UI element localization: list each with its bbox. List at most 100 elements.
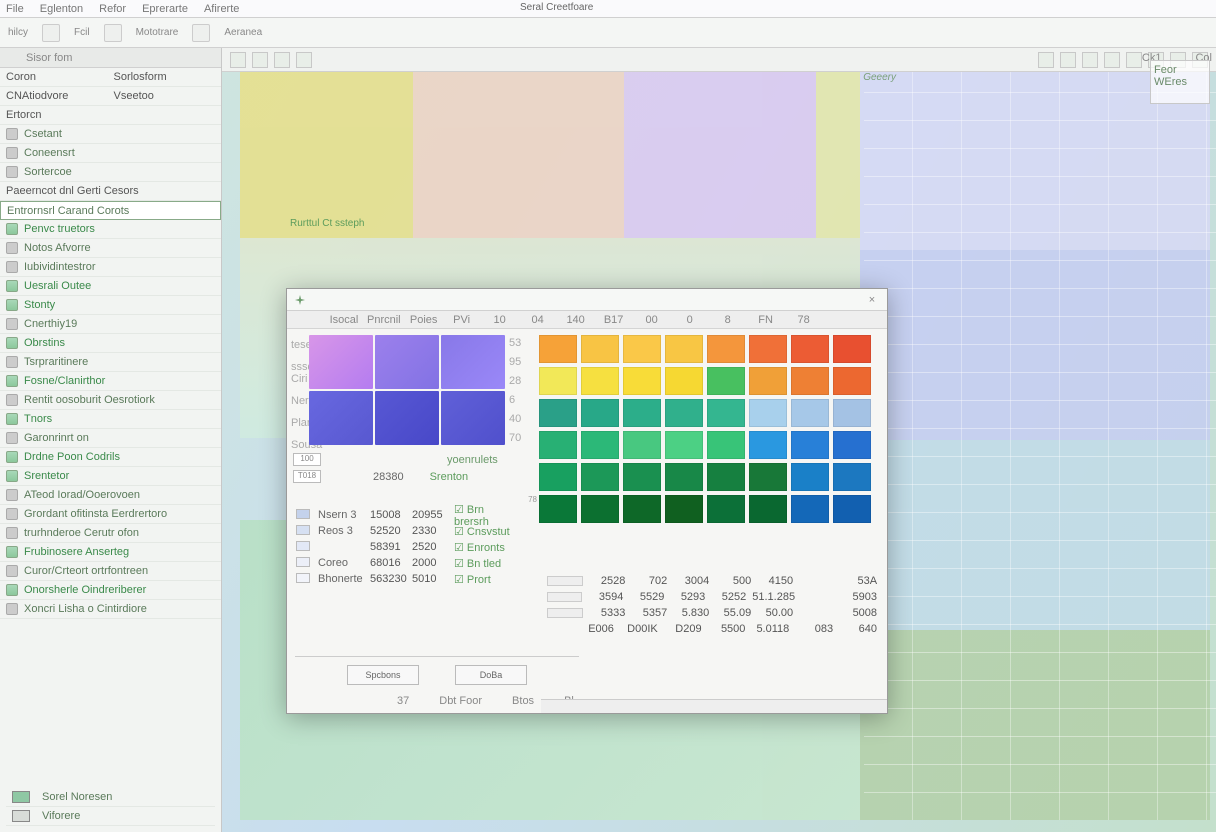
color-swatch[interactable] [623,399,661,427]
color-swatch[interactable] [539,431,577,459]
color-swatch[interactable] [539,463,577,491]
sidebar-item[interactable]: Xoncri Lisha o Cintirdiore [0,600,221,619]
sidebar-item[interactable]: Notos Afvorre [0,239,221,258]
sidebar-item[interactable]: Srentetor [0,467,221,486]
color-swatch[interactable] [833,399,871,427]
ribbon-button[interactable] [1126,52,1142,68]
color-swatch[interactable] [833,367,871,395]
sidebar-item[interactable]: Uesrali Outee [0,277,221,296]
color-swatch[interactable] [707,399,745,427]
color-swatch[interactable] [665,495,703,523]
sidebar-item[interactable]: Entrornsrl Carand Corots [0,201,221,220]
color-swatch[interactable] [833,495,871,523]
sidebar-item[interactable]: Sortercoe [0,163,221,182]
ribbon-button[interactable] [252,52,268,68]
color-swatch[interactable] [791,495,829,523]
ribbon-button[interactable] [1082,52,1098,68]
color-swatch[interactable] [623,463,661,491]
color-swatch[interactable] [833,431,871,459]
color-swatch[interactable] [581,335,619,363]
color-swatch[interactable] [665,367,703,395]
toolbar-button[interactable] [104,24,122,42]
sidebar-item[interactable]: Frubinosere Anserteg [0,543,221,562]
color-swatch[interactable] [749,431,787,459]
ribbon-button[interactable] [274,52,290,68]
sidebar-item[interactable]: Paeerncot dnl Gerti Cesors [0,182,221,201]
table-row[interactable]: 583912520☑ Enronts [293,539,529,555]
ribbon-button[interactable] [1060,52,1076,68]
color-swatch[interactable] [749,463,787,491]
sidebar-item[interactable]: Stonty [0,296,221,315]
apply-button[interactable]: DoBa [455,665,527,685]
color-swatch[interactable] [623,495,661,523]
close-icon[interactable]: × [865,294,879,306]
ribbon-button[interactable] [1104,52,1120,68]
color-swatch[interactable] [707,463,745,491]
color-swatch[interactable] [749,399,787,427]
color-swatch[interactable] [623,367,661,395]
table-row[interactable]: Nsern 31500820955☑ Brn brersrh [293,507,529,523]
gradient-preview[interactable] [309,335,505,445]
color-swatch[interactable] [749,367,787,395]
sidebar-item[interactable]: Penvc truetors [0,220,221,239]
menu-insert[interactable]: Eprerarte [142,3,188,15]
color-swatch[interactable] [791,367,829,395]
options-button[interactable]: Spcbons [347,665,419,685]
color-swatch[interactable] [707,335,745,363]
color-swatch[interactable] [833,335,871,363]
sidebar-item[interactable]: Ertorcn [0,106,221,125]
menu-view[interactable]: Refor [99,3,126,15]
color-swatch[interactable] [749,335,787,363]
sidebar-item[interactable]: Grordant ofitinsta Eerdrertoro [0,505,221,524]
table-row[interactable]: Coreo680162000☑ Bn tled [293,555,529,571]
color-swatch[interactable] [707,431,745,459]
sidebar-item[interactable]: Drdne Poon Codrils [0,448,221,467]
color-swatch[interactable] [581,495,619,523]
sidebar-item[interactable]: Iubividintestror [0,258,221,277]
sidebar-item[interactable]: Tsrpraritinere [0,353,221,372]
sidebar-item[interactable]: Garonrinrt on [0,429,221,448]
color-swatch[interactable] [581,463,619,491]
sidebar-item[interactable]: trurhnderoe Cerutr ofon [0,524,221,543]
sidebar-item[interactable]: Obrstins [0,334,221,353]
color-swatch[interactable] [623,431,661,459]
color-swatch[interactable] [707,367,745,395]
menu-file[interactable]: File [6,3,24,15]
color-swatch[interactable] [707,495,745,523]
color-swatch[interactable] [665,399,703,427]
color-swatch[interactable] [581,431,619,459]
sidebar-item[interactable]: Csetant [0,125,221,144]
color-swatch[interactable] [539,335,577,363]
color-swatch[interactable] [791,335,829,363]
sidebar-item[interactable]: ATeod Iorad/Ooerovoen [0,486,221,505]
sidebar-item[interactable]: Fosne/Clanirthor [0,372,221,391]
sidebar-item[interactable]: Curor/Crteort ortrfontreen [0,562,221,581]
ribbon-button[interactable] [1038,52,1054,68]
color-swatch[interactable] [749,495,787,523]
value-input[interactable]: T018 [293,470,321,483]
color-swatch[interactable] [833,463,871,491]
color-swatch[interactable] [539,367,577,395]
color-swatch[interactable] [665,463,703,491]
footer-item[interactable]: Viforere [6,807,215,826]
color-swatch[interactable] [581,399,619,427]
table-row[interactable]: Bhonerte5632305010☑ Prort [293,571,529,587]
panel-row[interactable]: CoronSorlosform [0,68,221,87]
footer-item[interactable]: Sorel Noresen [6,788,215,807]
ribbon-button[interactable] [230,52,246,68]
sidebar-item[interactable]: Tnors [0,410,221,429]
sidebar-item[interactable]: Onorsherle Oindreriberer [0,581,221,600]
color-swatch[interactable] [581,367,619,395]
color-swatch[interactable] [791,431,829,459]
panel-row[interactable]: CNAtiodvoreVseetoo [0,87,221,106]
color-swatch[interactable] [791,463,829,491]
sidebar-item[interactable]: Coneensrt [0,144,221,163]
color-swatch[interactable] [791,399,829,427]
color-swatch[interactable] [665,431,703,459]
value-input[interactable]: 100 [293,453,321,466]
toolbar-button[interactable] [42,24,60,42]
sidebar-item[interactable]: Rentit oosoburit Oesrotiork [0,391,221,410]
menu-tools[interactable]: Afirerte [204,3,239,15]
toolbar-button[interactable] [192,24,210,42]
color-swatch[interactable] [539,399,577,427]
